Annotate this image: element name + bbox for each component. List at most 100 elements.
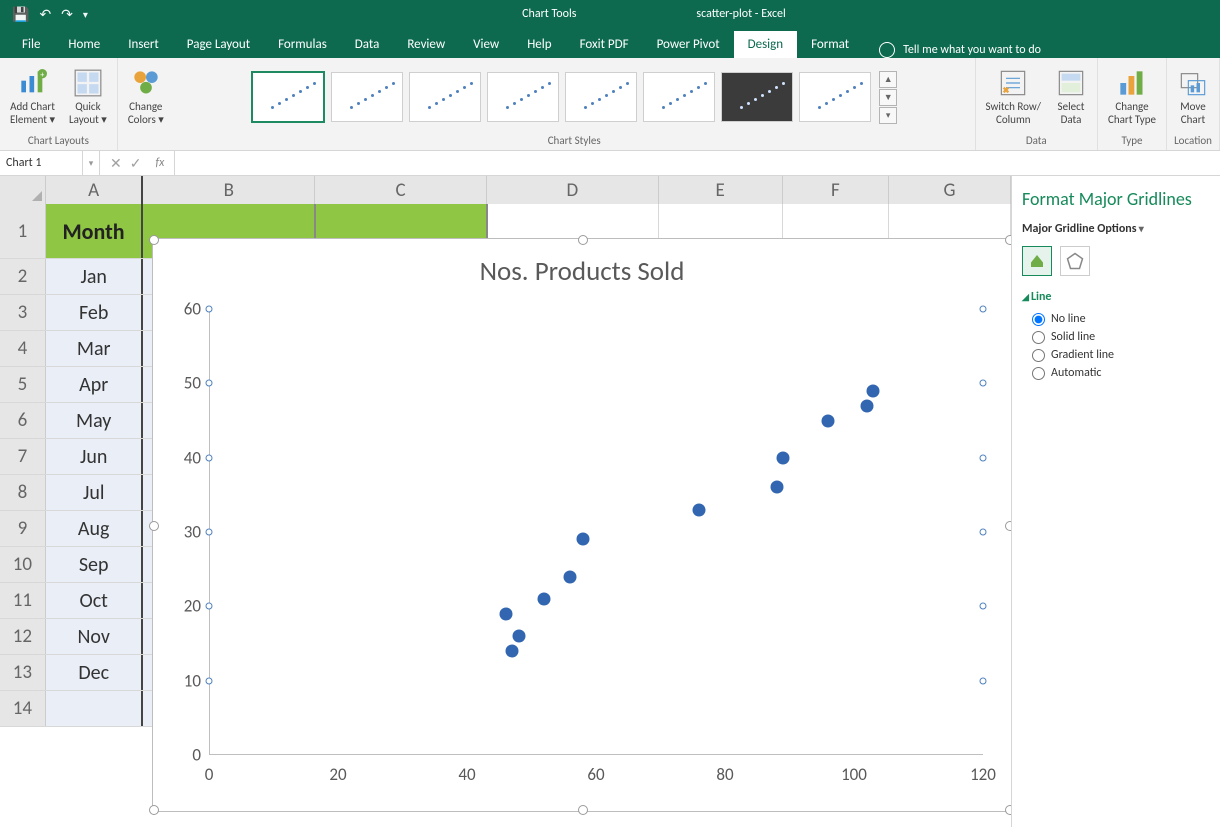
move-chart-button[interactable]: Move Chart — [1173, 65, 1213, 128]
data-point[interactable] — [577, 533, 590, 546]
chart-title[interactable]: Nos. Products Sold — [153, 255, 1011, 288]
chart-handle[interactable] — [149, 235, 159, 245]
data-point[interactable] — [867, 384, 880, 397]
cell-A12[interactable]: Nov — [46, 619, 144, 654]
data-point[interactable] — [512, 630, 525, 643]
col-header-G[interactable]: G — [889, 176, 1011, 204]
cell-A7[interactable]: Jun — [46, 439, 144, 474]
col-header-E[interactable]: E — [659, 176, 783, 204]
option-no-line[interactable]: No line — [1032, 312, 1210, 326]
row-header[interactable]: 4 — [0, 331, 46, 366]
cell-A10[interactable]: Sep — [46, 547, 144, 582]
option-automatic[interactable]: Automatic — [1032, 366, 1210, 380]
row-header[interactable]: 7 — [0, 439, 46, 474]
cell-A2[interactable]: Jan — [46, 259, 144, 294]
change-chart-type-button[interactable]: Change Chart Type — [1104, 65, 1160, 128]
quick-layout-button[interactable]: Quick Layout ▾ — [65, 65, 111, 128]
row-header[interactable]: 14 — [0, 691, 46, 726]
tab-page-layout[interactable]: Page Layout — [173, 31, 264, 58]
change-colors-button[interactable]: Change Colors ▾ — [124, 65, 168, 128]
data-point[interactable] — [564, 570, 577, 583]
radio-solid-line[interactable] — [1032, 331, 1045, 344]
redo-icon[interactable]: ↷ — [61, 6, 73, 23]
chart-handle[interactable] — [1005, 521, 1011, 531]
cancel-icon[interactable]: ✕ — [110, 155, 122, 172]
style-gallery-down[interactable]: ▼ — [879, 89, 897, 106]
data-point[interactable] — [777, 451, 790, 464]
tab-format[interactable]: Format — [797, 31, 863, 58]
tab-home[interactable]: Home — [54, 31, 114, 58]
data-point[interactable] — [506, 644, 519, 657]
data-point[interactable] — [860, 399, 873, 412]
chart-handle[interactable] — [578, 235, 588, 245]
option-gradient-line[interactable]: Gradient line — [1032, 348, 1210, 362]
row-header[interactable]: 6 — [0, 403, 46, 438]
data-point[interactable] — [822, 414, 835, 427]
data-point[interactable] — [770, 481, 783, 494]
row-header[interactable]: 2 — [0, 259, 46, 294]
add-chart-element-button[interactable]: + Add Chart Element ▾ — [6, 65, 59, 128]
chart-style-thumb[interactable] — [251, 71, 325, 123]
cell-A1[interactable]: Month — [46, 204, 143, 258]
row-header[interactable]: 12 — [0, 619, 46, 654]
style-gallery-more[interactable]: ▾ — [879, 107, 897, 124]
row-header[interactable]: 9 — [0, 511, 46, 546]
chart-handle[interactable] — [1005, 805, 1011, 815]
chart-plot-area[interactable]: 0102030405060020406080100120 — [209, 309, 983, 755]
qat-customize-icon[interactable]: ▾ — [83, 8, 88, 21]
select-data-button[interactable]: Select Data — [1051, 65, 1091, 128]
format-pane-options-dropdown[interactable]: Major Gridline Options — [1022, 222, 1210, 236]
cell-A5[interactable]: Apr — [46, 367, 144, 402]
tab-help[interactable]: Help — [513, 31, 565, 58]
chart-style-thumb[interactable] — [487, 72, 559, 122]
radio-no-line[interactable] — [1032, 313, 1045, 326]
chart-object[interactable]: Nos. Products Sold 010203040506002040608… — [152, 238, 1011, 812]
chart-handle[interactable] — [578, 805, 588, 815]
line-section-header[interactable]: Line — [1022, 290, 1210, 304]
style-gallery-up[interactable]: ▲ — [879, 71, 897, 88]
row-header[interactable]: 11 — [0, 583, 46, 618]
cell-A4[interactable]: Mar — [46, 331, 144, 366]
cell-A3[interactable]: Feb — [46, 295, 144, 330]
worksheet[interactable]: A B C D E F G 1Month2Jan3Feb4Mar5Apr6May… — [0, 176, 1011, 827]
row-header[interactable]: 3 — [0, 295, 46, 330]
data-point[interactable] — [693, 503, 706, 516]
col-header-B[interactable]: B — [143, 176, 315, 204]
data-point[interactable] — [499, 607, 512, 620]
name-box[interactable]: Chart 1 — [0, 151, 83, 175]
tab-power-pivot[interactable]: Power Pivot — [643, 31, 734, 58]
chart-handle[interactable] — [149, 521, 159, 531]
chart-style-thumb[interactable] — [331, 72, 403, 122]
radio-gradient-line[interactable] — [1032, 349, 1045, 362]
effects-tab-icon[interactable] — [1060, 246, 1090, 276]
formula-input[interactable] — [175, 151, 1220, 175]
row-header[interactable]: 10 — [0, 547, 46, 582]
radio-automatic[interactable] — [1032, 367, 1045, 380]
cell-A13[interactable]: Dec — [46, 655, 144, 690]
save-icon[interactable]: 💾 — [12, 6, 29, 23]
name-box-dropdown[interactable]: ▾ — [83, 151, 100, 175]
option-solid-line[interactable]: Solid line — [1032, 330, 1210, 344]
col-header-C[interactable]: C — [315, 176, 487, 204]
enter-icon[interactable]: ✓ — [130, 155, 142, 172]
chart-style-thumb[interactable] — [643, 72, 715, 122]
tab-data[interactable]: Data — [341, 31, 394, 58]
chart-style-thumb[interactable] — [409, 72, 481, 122]
row-header[interactable]: 8 — [0, 475, 46, 510]
tab-design[interactable]: Design — [734, 31, 797, 58]
row-header[interactable]: 5 — [0, 367, 46, 402]
chart-style-thumb[interactable] — [565, 72, 637, 122]
col-header-A[interactable]: A — [46, 176, 144, 204]
cell-A14[interactable] — [46, 691, 144, 726]
undo-icon[interactable]: ↶ — [39, 6, 51, 23]
switch-row-column-button[interactable]: Switch Row/ Column — [982, 65, 1045, 128]
row-header[interactable]: 13 — [0, 655, 46, 690]
tab-formulas[interactable]: Formulas — [264, 31, 341, 58]
cell-A6[interactable]: May — [46, 403, 144, 438]
cell-A9[interactable]: Aug — [46, 511, 144, 546]
data-point[interactable] — [538, 592, 551, 605]
tab-file[interactable]: File — [8, 31, 54, 58]
chart-style-thumb[interactable] — [721, 72, 793, 122]
tab-view[interactable]: View — [459, 31, 513, 58]
tab-review[interactable]: Review — [393, 31, 459, 58]
